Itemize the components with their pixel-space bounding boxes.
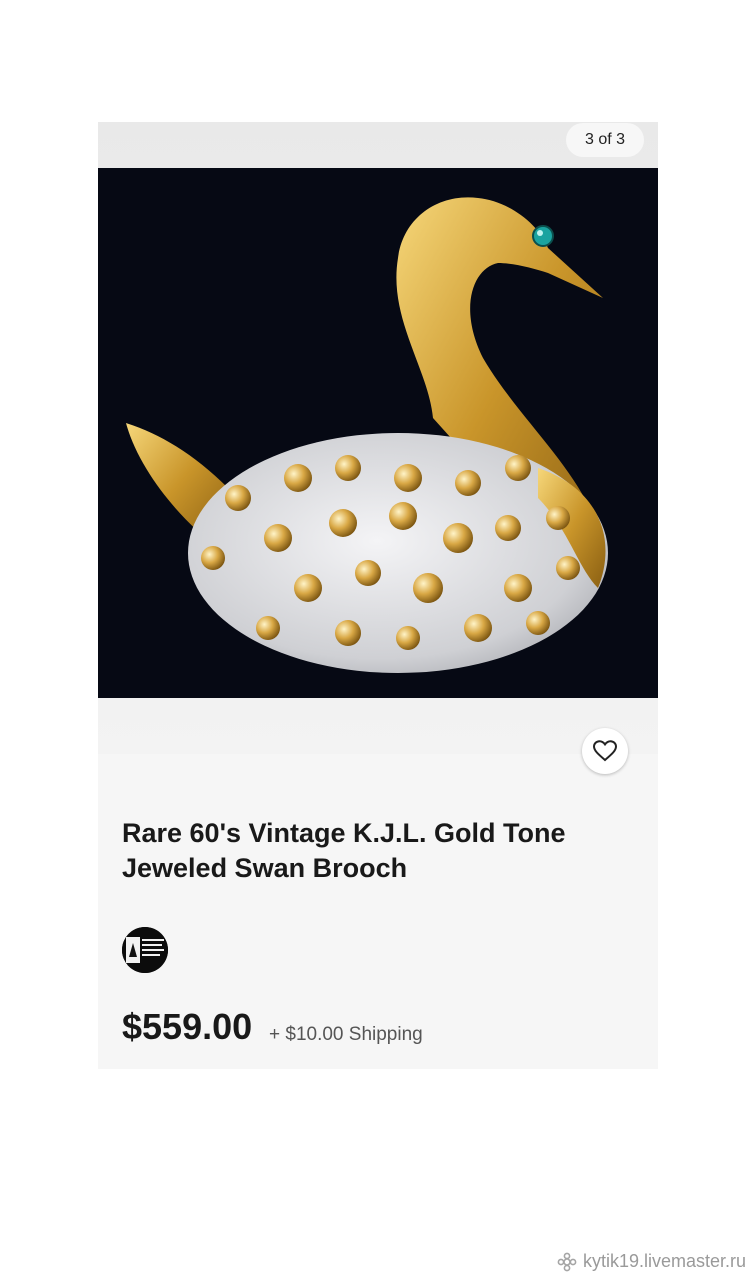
watermark: kytik19.livemaster.ru	[557, 1251, 746, 1272]
heart-outline-icon	[593, 740, 617, 762]
watermark-text: kytik19.livemaster.ru	[582, 1251, 746, 1271]
image-carousel[interactable]: 3 of 3	[98, 122, 658, 774]
listing-title[interactable]: Rare 60's Vintage K.J.L. Gold Tone Jewel…	[122, 816, 642, 886]
favorite-button[interactable]	[582, 728, 628, 774]
listing-card[interactable]: 3 of 3 Rare 60's Vintage K.J.L. Gold Ton…	[98, 122, 658, 1069]
seller-avatar-image	[122, 927, 168, 973]
flower-logo-icon	[557, 1252, 577, 1271]
seller-avatar[interactable]	[122, 927, 168, 973]
product-photo[interactable]	[98, 168, 658, 698]
image-counter-badge: 3 of 3	[566, 123, 644, 157]
swan-brooch-image	[126, 197, 608, 673]
shipping-cost: + $10.00 Shipping	[269, 1024, 423, 1045]
listing-price: $559.00	[122, 1006, 253, 1047]
